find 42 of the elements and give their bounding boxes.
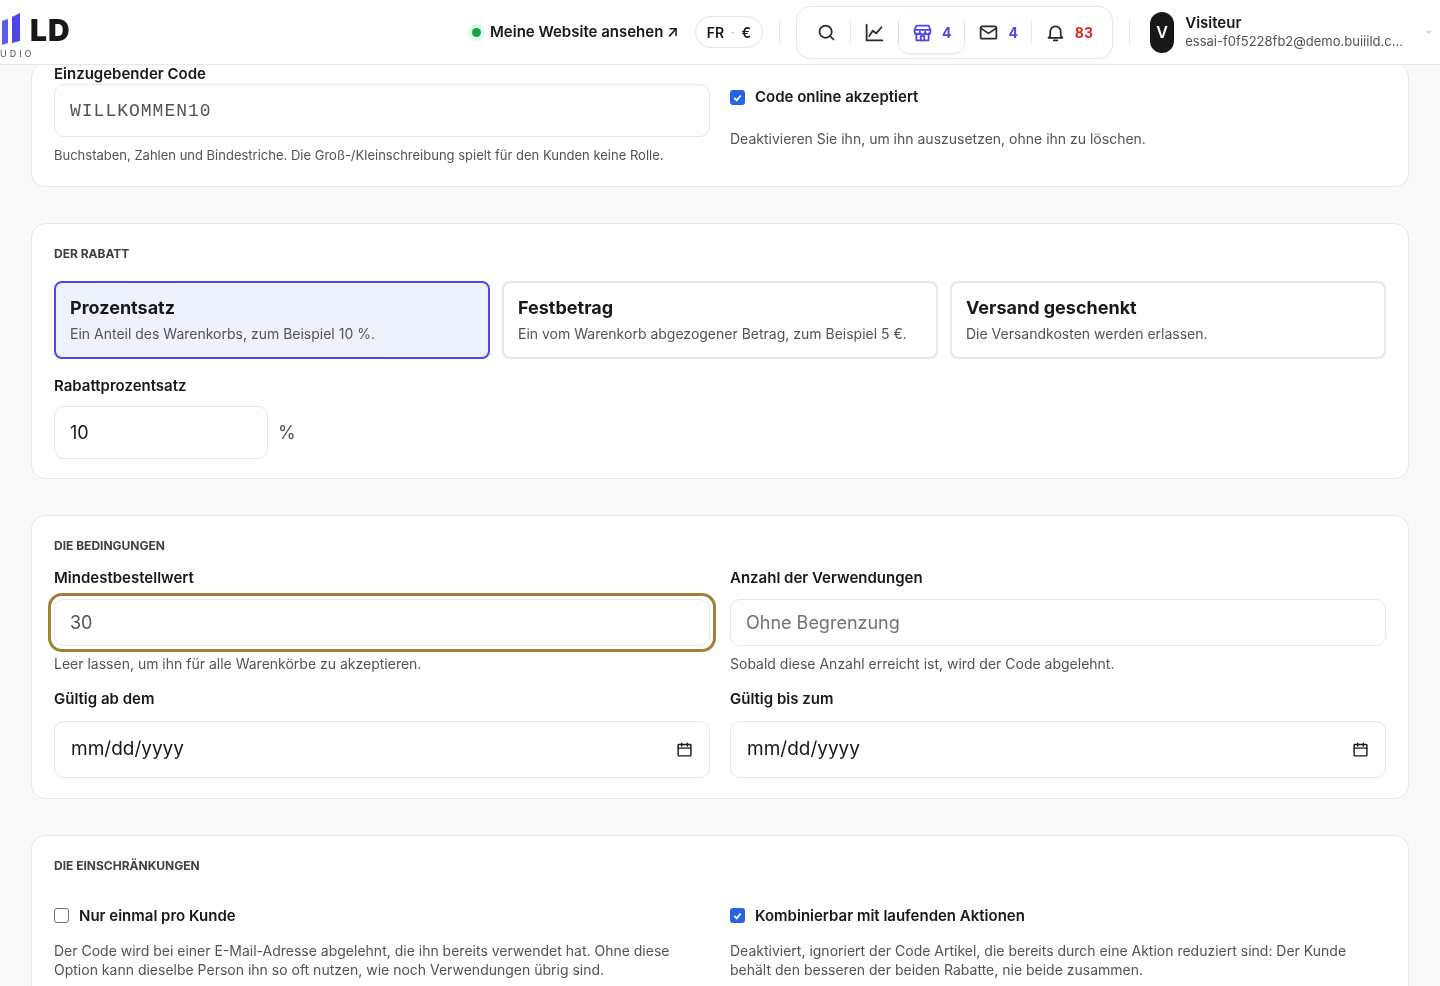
field-label: Gültig ab dem xyxy=(54,688,156,710)
field-label: Rabattprozentsatz xyxy=(54,375,188,397)
discount-option[interactable]: Versand geschenkt Die Versandkosten werden erlassen. xyxy=(950,281,1386,359)
help-text: Leer lassen, um ihn für alle Warenkörbe zu akzeptieren. xyxy=(54,654,423,674)
discount-option[interactable]: Prozentsatz Ein Anteil des Warenkorbs, zum Beispiel 10 %. xyxy=(54,281,490,359)
checkbox[interactable] xyxy=(54,908,69,924)
toolbar-button[interactable]: 4 xyxy=(965,11,1031,53)
field-label: Einzugebender Code xyxy=(54,65,207,84)
checkbox-label: Kombinierbar mit laufenden Aktionen xyxy=(755,904,1025,927)
help-text: Buchstaben, Zahlen und Bindestriche. Die Groß-/Kleinschreibung spielt für den Kunden keine Rolle. xyxy=(54,146,665,165)
user-name: Visiteur xyxy=(1185,14,1243,32)
field-label: Gültig bis zum xyxy=(730,688,835,710)
unit-label: % xyxy=(278,420,296,445)
help-text: Sobald diese Anzahl erreicht ist, wird der Code abgelehnt. xyxy=(730,654,1116,674)
logo-bars-icon xyxy=(0,11,22,45)
line-chart-icon xyxy=(863,21,885,43)
help-text: Deaktivieren Sie ihn, um ihn auszusetzen, ohne ihn zu löschen. xyxy=(730,128,1147,149)
toolbar-button[interactable]: 4 xyxy=(898,11,965,53)
section-title: DIE EINSCHRÄNKUNGEN xyxy=(54,856,201,875)
checkbox-label: Code online akzeptiert xyxy=(755,86,919,108)
checkbox-label: Nur einmal pro Kunde xyxy=(79,904,236,927)
help-text: Deaktiviert, ignoriert der Code Artikel, die bereits durch eine Aktion reduziert sind: Der Kunde behält den besseren der beiden Rabatte, nie beide zusammen. xyxy=(730,941,1348,979)
field-label: Anzahl der Verwendungen xyxy=(730,566,924,589)
avatar: V xyxy=(1150,11,1175,53)
section-title: DER RABATT xyxy=(54,245,131,263)
checkbox[interactable] xyxy=(730,908,745,924)
calendar-icon xyxy=(1352,740,1369,758)
section-title: DIE BEDINGUNGEN xyxy=(54,536,166,555)
percent-input[interactable]: 10 xyxy=(54,405,268,459)
user-email: essai-f0f5228fb2@demo.buiiild.c... xyxy=(1185,32,1403,50)
calendar-icon xyxy=(676,740,693,758)
date-field[interactable]: mm/dd/yyyy xyxy=(54,720,710,778)
help-text: Der Code wird bei einer E-Mail-Adresse abgelehnt, die ihn bereits verwendet hat. Ohne diese Option kann dieselbe Person ihn so oft nutzen, wie noch Verwendungen übrig sind. xyxy=(54,941,671,979)
date-field[interactable]: mm/dd/yyyy xyxy=(730,720,1386,778)
checkbox[interactable] xyxy=(730,89,745,105)
site-link[interactable]: Meine Website ansehen ↗ xyxy=(472,20,679,44)
field-label: Mindestbestellwert xyxy=(54,566,195,589)
code-input[interactable]: WILLKOMMEN10 xyxy=(54,84,710,137)
logo[interactable]: LD UDIO xyxy=(0,3,92,61)
discount-option[interactable]: Festbetrag Ein vom Warenkorb abgezogener Betrag, zum Beispiel 5 €. xyxy=(502,281,938,359)
toolbar-button[interactable]: 83 xyxy=(1031,11,1106,53)
number-input[interactable]: 30 xyxy=(48,593,716,652)
